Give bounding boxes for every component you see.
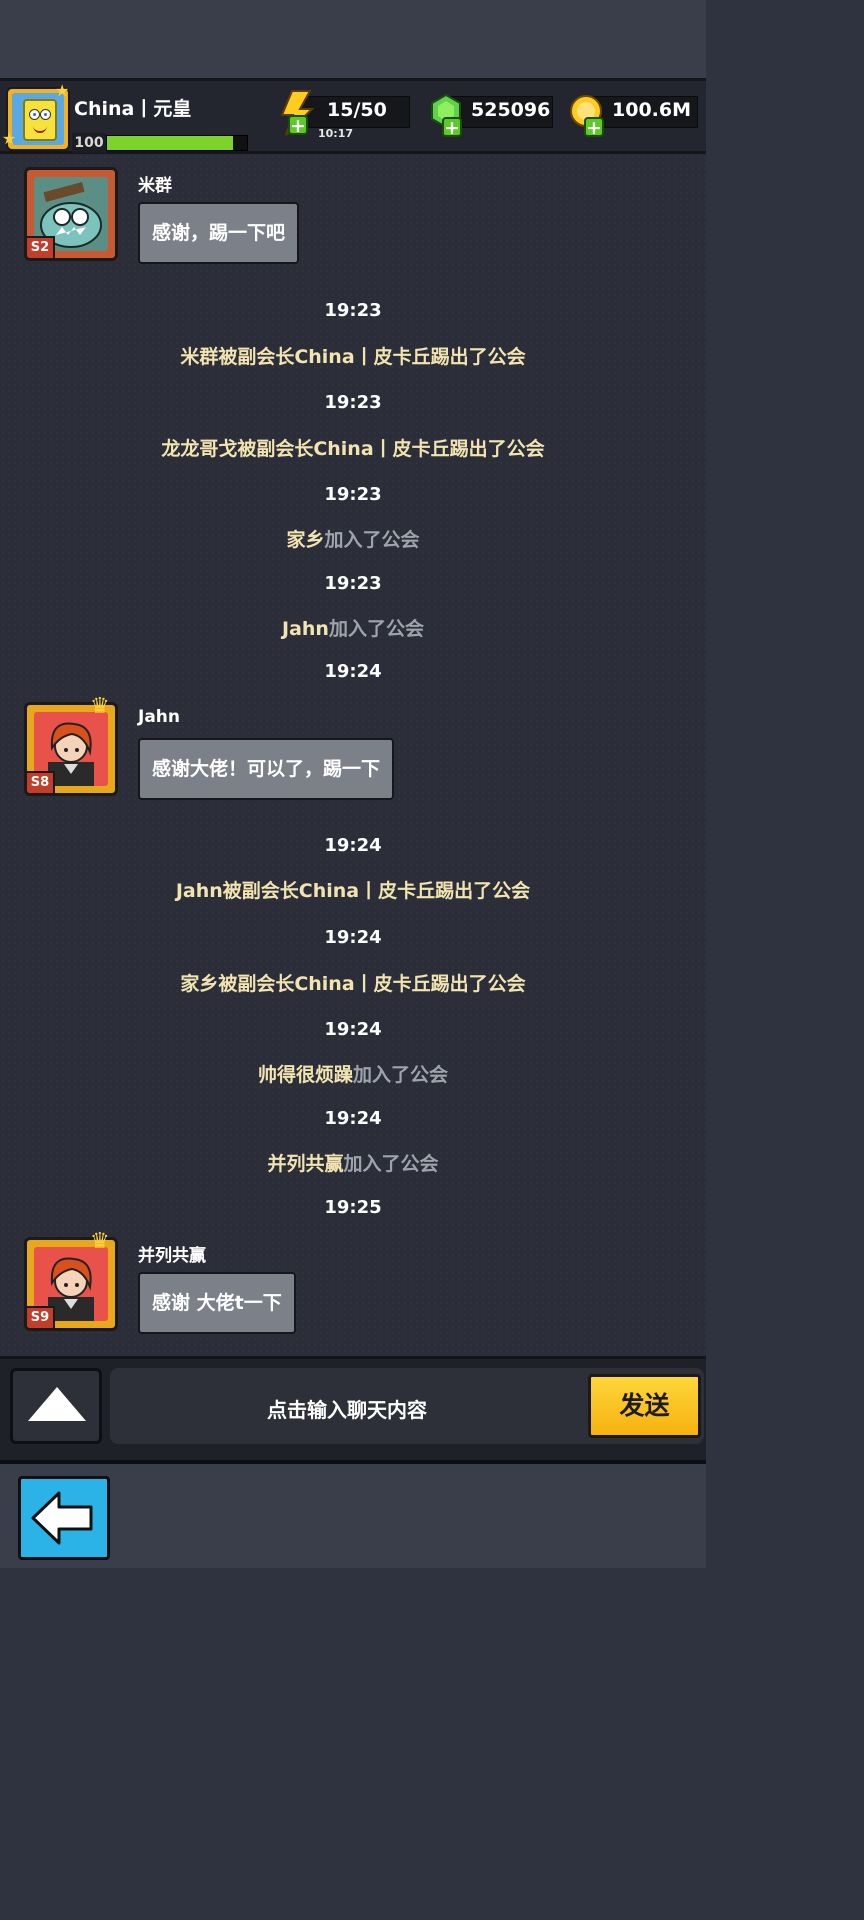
- system-message: 帅得很烦躁加入了公会: [257, 1064, 449, 1086]
- sender-avatar[interactable]: S2: [24, 167, 118, 261]
- timestamp: 19:24: [324, 835, 382, 856]
- crown-icon: ♛: [90, 1229, 110, 1254]
- system-message: 并列共赢加入了公会: [267, 1153, 439, 1175]
- back-arrow-icon: [31, 1491, 93, 1545]
- system-message: Jahn被副会长China丨皮卡丘踢出了公会: [175, 880, 531, 902]
- timestamp: 19:24: [324, 1019, 382, 1040]
- timestamp: 19:23: [324, 392, 382, 413]
- season-badge: S9: [27, 1306, 55, 1328]
- player-name: China丨元皇: [74, 98, 192, 120]
- system-message: 龙龙哥戈被副会长China丨皮卡丘踢出了公会: [161, 438, 545, 460]
- sender-name: 米群: [138, 176, 172, 196]
- chat-log[interactable]: S2 米群 感谢，踢一下吧 19:23 米群被副会长China丨皮卡丘踢出了公会…: [0, 154, 706, 1356]
- expand-button[interactable]: [10, 1368, 102, 1444]
- timestamp: 19:24: [324, 927, 382, 948]
- system-message: 米群被副会长China丨皮卡丘踢出了公会: [180, 346, 526, 368]
- season-badge: S2: [27, 236, 55, 258]
- timestamp: 19:24: [324, 661, 382, 682]
- xp-bar-fill: [107, 136, 233, 150]
- chat-input-placeholder: 点击输入聊天内容: [267, 1398, 427, 1422]
- system-message: 家乡加入了公会: [286, 529, 420, 551]
- player-hud: ★ ★ China丨元皇 100 + 15/50 10:17 + 525096 …: [0, 78, 706, 154]
- energy-value: 15/50: [327, 99, 387, 121]
- back-button[interactable]: [18, 1476, 110, 1560]
- star-icon: ★: [2, 129, 17, 148]
- send-button[interactable]: 发送: [588, 1374, 701, 1438]
- crown-icon: ♛: [90, 694, 110, 719]
- system-message: Jahn加入了公会: [282, 618, 424, 640]
- sponge-character: [23, 99, 57, 141]
- sender-name: Jahn: [138, 707, 181, 727]
- season-badge: S8: [27, 771, 55, 793]
- gem-value: 525096: [471, 99, 551, 121]
- timestamp: 19:25: [324, 1197, 382, 1218]
- add-gold-button[interactable]: +: [584, 117, 604, 138]
- bottom-nav: [0, 1460, 706, 1568]
- status-bar-area: [0, 0, 706, 78]
- system-message: 家乡被副会长China丨皮卡丘踢出了公会: [180, 973, 526, 995]
- sender-name: 并列共赢: [138, 1246, 206, 1266]
- star-icon: ★: [55, 81, 70, 100]
- message-bubble: 感谢，踢一下吧: [138, 202, 300, 264]
- message-bubble: 感谢 大佬t一下: [138, 1272, 296, 1334]
- timestamp: 19:23: [324, 484, 382, 505]
- up-arrow-icon: [28, 1387, 86, 1421]
- message-bubble: 感谢大佬！可以了，踢一下: [138, 738, 395, 800]
- add-gems-button[interactable]: +: [442, 117, 462, 138]
- timestamp: 19:23: [324, 300, 382, 321]
- xp-bar: [106, 135, 248, 151]
- timestamp: 19:23: [324, 573, 382, 594]
- timestamp: 19:24: [324, 1108, 382, 1129]
- player-level: 100: [72, 133, 106, 153]
- add-energy-button[interactable]: +: [288, 115, 308, 136]
- gold-value: 100.6M: [612, 99, 692, 121]
- energy-timer: 10:17: [318, 127, 354, 140]
- chat-input-bar: 点击输入聊天内容 发送: [0, 1356, 706, 1460]
